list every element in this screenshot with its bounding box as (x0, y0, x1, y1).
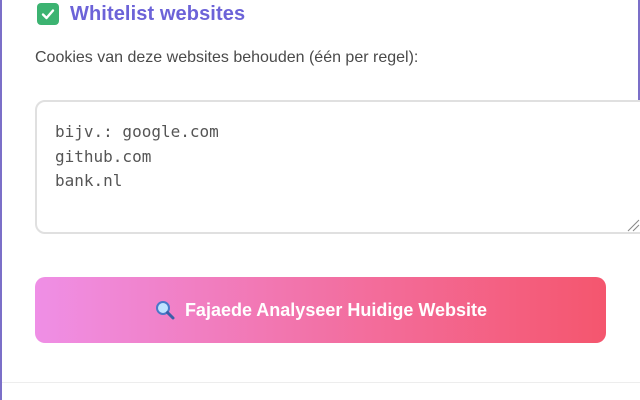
whitelist-title: Whitelist websites (70, 2, 246, 25)
divider (2, 382, 640, 383)
whitelist-header: Whitelist websites (37, 1, 245, 27)
settings-panel: Whitelist websites Cookies van deze webs… (0, 0, 640, 400)
magnifier-icon (154, 299, 176, 321)
analyze-website-button[interactable]: Fajaede Analyseer Huidige Website (35, 277, 606, 343)
whitelist-description: Cookies van deze websites behouden (één … (35, 49, 419, 66)
whitelist-textarea[interactable]: bijv.: google.com github.com bank.nl (35, 100, 640, 234)
analyze-button-label: Fajaede Analyseer Huidige Website (184, 299, 488, 320)
checkbox-checked-icon[interactable] (37, 3, 59, 25)
resize-grip-icon[interactable] (624, 218, 640, 232)
